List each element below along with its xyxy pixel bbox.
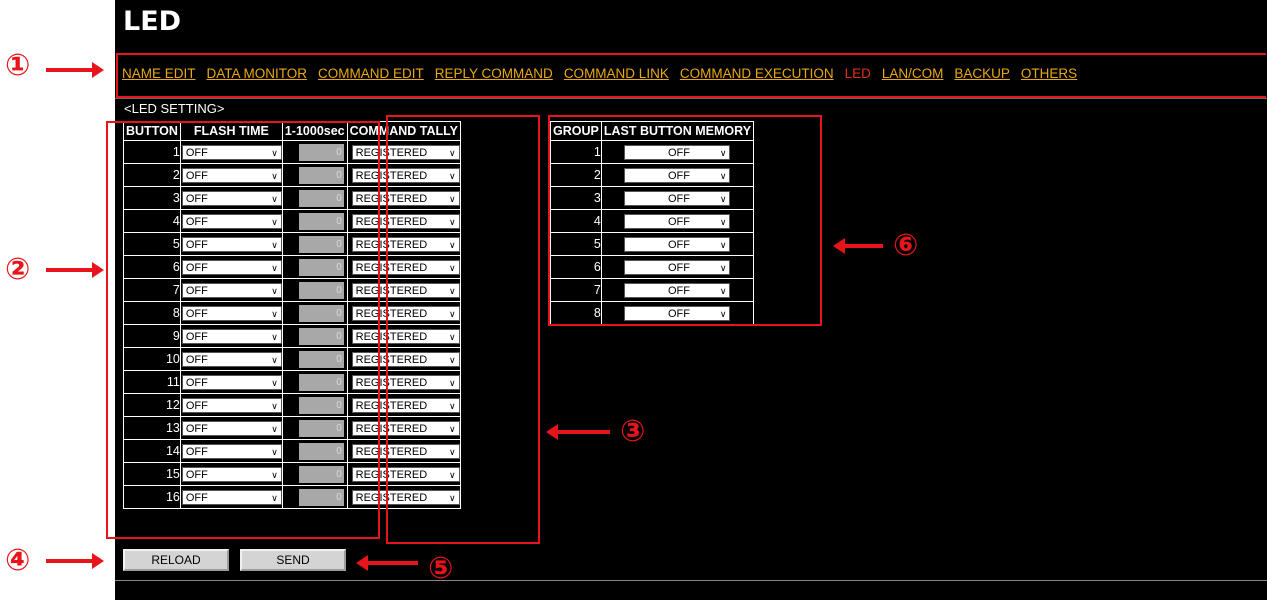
callout-6: ⑥	[893, 228, 919, 263]
flash-settings-highlight-box	[106, 121, 380, 539]
red-arrow-icon	[546, 424, 610, 440]
nav-highlight-box	[116, 53, 1266, 98]
tally-highlight-box	[386, 115, 540, 544]
divider	[115, 98, 1267, 99]
callout-3: ③	[620, 414, 646, 449]
red-arrow-icon	[46, 262, 104, 278]
section-title: <LED SETTING>	[124, 101, 225, 116]
callout-2: ②	[5, 252, 31, 287]
callout-5: ⑤	[428, 551, 454, 586]
red-arrow-icon	[46, 553, 104, 569]
red-arrow-icon	[356, 555, 418, 571]
red-arrow-icon	[833, 238, 883, 254]
group-highlight-box	[548, 115, 822, 326]
reload-button[interactable]: RELOAD	[123, 549, 229, 571]
callout-1: ①	[5, 48, 31, 83]
red-arrow-icon	[46, 62, 104, 78]
page-title: LED	[123, 6, 182, 37]
callout-4: ④	[5, 543, 31, 578]
divider	[115, 580, 1267, 581]
send-button[interactable]: SEND	[240, 549, 346, 571]
